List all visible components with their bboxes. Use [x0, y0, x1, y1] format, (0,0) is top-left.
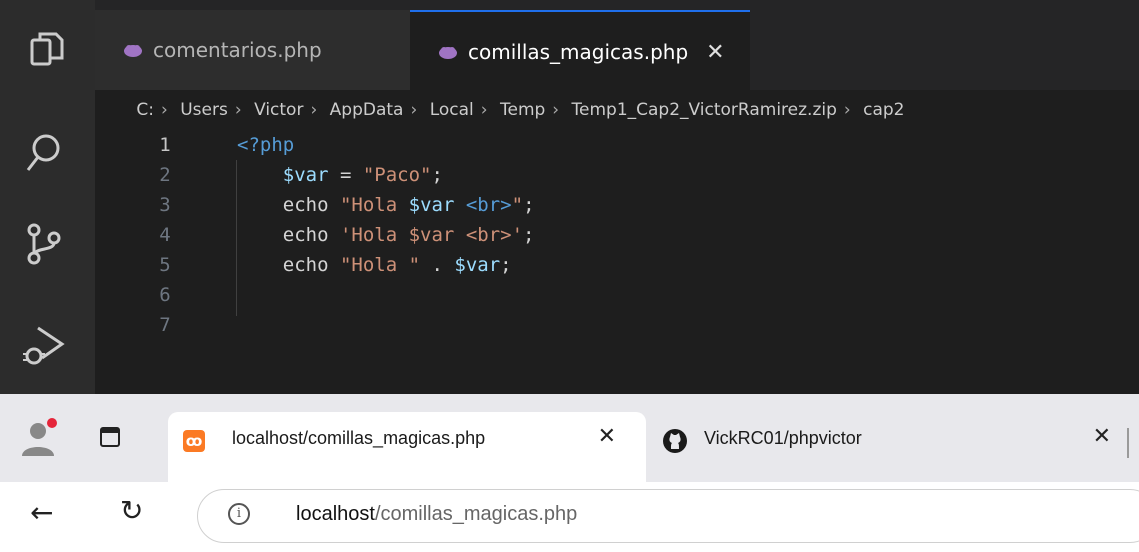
chevron-right-icon: ›	[480, 100, 488, 120]
close-icon[interactable]: ✕	[1093, 424, 1111, 449]
tab-label: comillas_magicas.php	[468, 40, 689, 64]
php-elephant-icon	[439, 47, 457, 59]
browser-tab-title: VickRC01/phpvictor	[704, 428, 862, 448]
tab-label: comentarios.php	[153, 38, 322, 62]
tab-comentarios[interactable]: comentarios.php	[95, 10, 410, 90]
activity-bar	[0, 0, 95, 394]
info-icon[interactable]: i	[228, 503, 250, 525]
browser-tab-title: localhost/comillas_magicas.php	[232, 428, 486, 448]
breadcrumb-item[interactable]: cap2	[863, 100, 904, 120]
chevron-right-icon: ›	[552, 100, 560, 120]
code-line[interactable]: 1 <?php	[95, 130, 1139, 160]
breadcrumb-item[interactable]: Temp1_Cap2_VictorRamirez.zip	[572, 100, 837, 120]
refresh-icon[interactable]: ↻	[120, 494, 143, 527]
chevron-right-icon: ›	[161, 100, 168, 120]
code-text: echo 'Hola $var <br>';	[282, 224, 535, 246]
chevron-right-icon: ›	[843, 100, 851, 120]
breadcrumb-item[interactable]: Users	[180, 100, 228, 120]
line-number: 7	[159, 314, 171, 336]
breadcrumb-item[interactable]: Temp	[500, 100, 545, 120]
line-number: 3	[159, 194, 171, 216]
code-line[interactable]: 5 echo "Hola " . $var;	[95, 250, 1139, 280]
code-line[interactable]: 3 echo "Hola $var <br>";	[95, 190, 1139, 220]
profile-avatar-icon[interactable]	[18, 416, 60, 458]
line-number: 1	[159, 134, 171, 156]
xampp-icon: ꝏ	[183, 430, 205, 452]
run-debug-icon[interactable]	[18, 318, 70, 370]
code-text: <?php	[237, 134, 295, 156]
browser-toolbar: ← ↻ i localhost/comillas_magicas.php	[0, 482, 1139, 552]
search-icon[interactable]	[18, 128, 70, 180]
workspaces-icon[interactable]	[100, 427, 120, 447]
address-bar[interactable]: i localhost/comillas_magicas.php	[197, 489, 1139, 543]
source-control-icon[interactable]	[18, 218, 70, 270]
line-number: 5	[159, 254, 171, 276]
close-icon[interactable]: ✕	[706, 40, 724, 65]
chevron-right-icon: ›	[234, 100, 242, 120]
url-text[interactable]: localhost/comillas_magicas.php	[296, 503, 577, 526]
line-number: 2	[159, 164, 171, 186]
breadcrumb-item[interactable]: Victor	[254, 100, 303, 120]
breadcrumb-item[interactable]: AppData	[330, 100, 404, 120]
code-text: echo "Hola " . $var;	[282, 254, 512, 276]
back-arrow-icon[interactable]: ←	[30, 496, 53, 529]
breadcrumb-item[interactable]: C:	[136, 100, 154, 120]
browser-tab-localhost[interactable]: ꝏ localhost/comillas_magicas.php ✕	[168, 412, 646, 482]
browser-tab-strip: ꝏ localhost/comillas_magicas.php ✕ VickR…	[0, 394, 1139, 482]
code-line[interactable]: 6	[95, 280, 1139, 310]
tab-comillas-magicas[interactable]: comillas_magicas.php ✕	[410, 10, 750, 92]
code-line[interactable]: 4 echo 'Hola $var <br>';	[95, 220, 1139, 250]
browser-window: ꝏ localhost/comillas_magicas.php ✕ VickR…	[0, 394, 1139, 552]
php-elephant-icon	[124, 45, 142, 57]
github-icon	[663, 429, 687, 453]
code-editor[interactable]: 1 <?php 2 $var = "Paco"; 3 echo "Hola $var …	[95, 130, 1139, 394]
code-line[interactable]: 7	[95, 310, 1139, 340]
chevron-right-icon: ›	[310, 100, 318, 120]
chevron-right-icon: ›	[410, 100, 418, 120]
line-number: 4	[159, 224, 171, 246]
url-host: localhost	[296, 503, 375, 525]
browser-tab-github[interactable]: VickRC01/phpvictor ✕	[646, 412, 1126, 482]
explorer-icon[interactable]	[18, 24, 70, 76]
breadcrumb-item[interactable]: Local	[430, 100, 474, 120]
line-number: 6	[159, 284, 171, 306]
vscode-window: comentarios.php comillas_magicas.php ✕ C…	[0, 0, 1139, 394]
code-text: $var = "Paco";	[282, 164, 443, 186]
code-text: echo "Hola $var <br>";	[282, 194, 535, 216]
code-line[interactable]: 2 $var = "Paco";	[95, 160, 1139, 190]
url-path: /comillas_magicas.php	[374, 503, 578, 525]
tab-divider	[1127, 428, 1129, 458]
close-icon[interactable]: ✕	[598, 424, 616, 449]
breadcrumb: C: › Users › Victor › AppData › Local › Temp ›…	[95, 90, 1139, 130]
